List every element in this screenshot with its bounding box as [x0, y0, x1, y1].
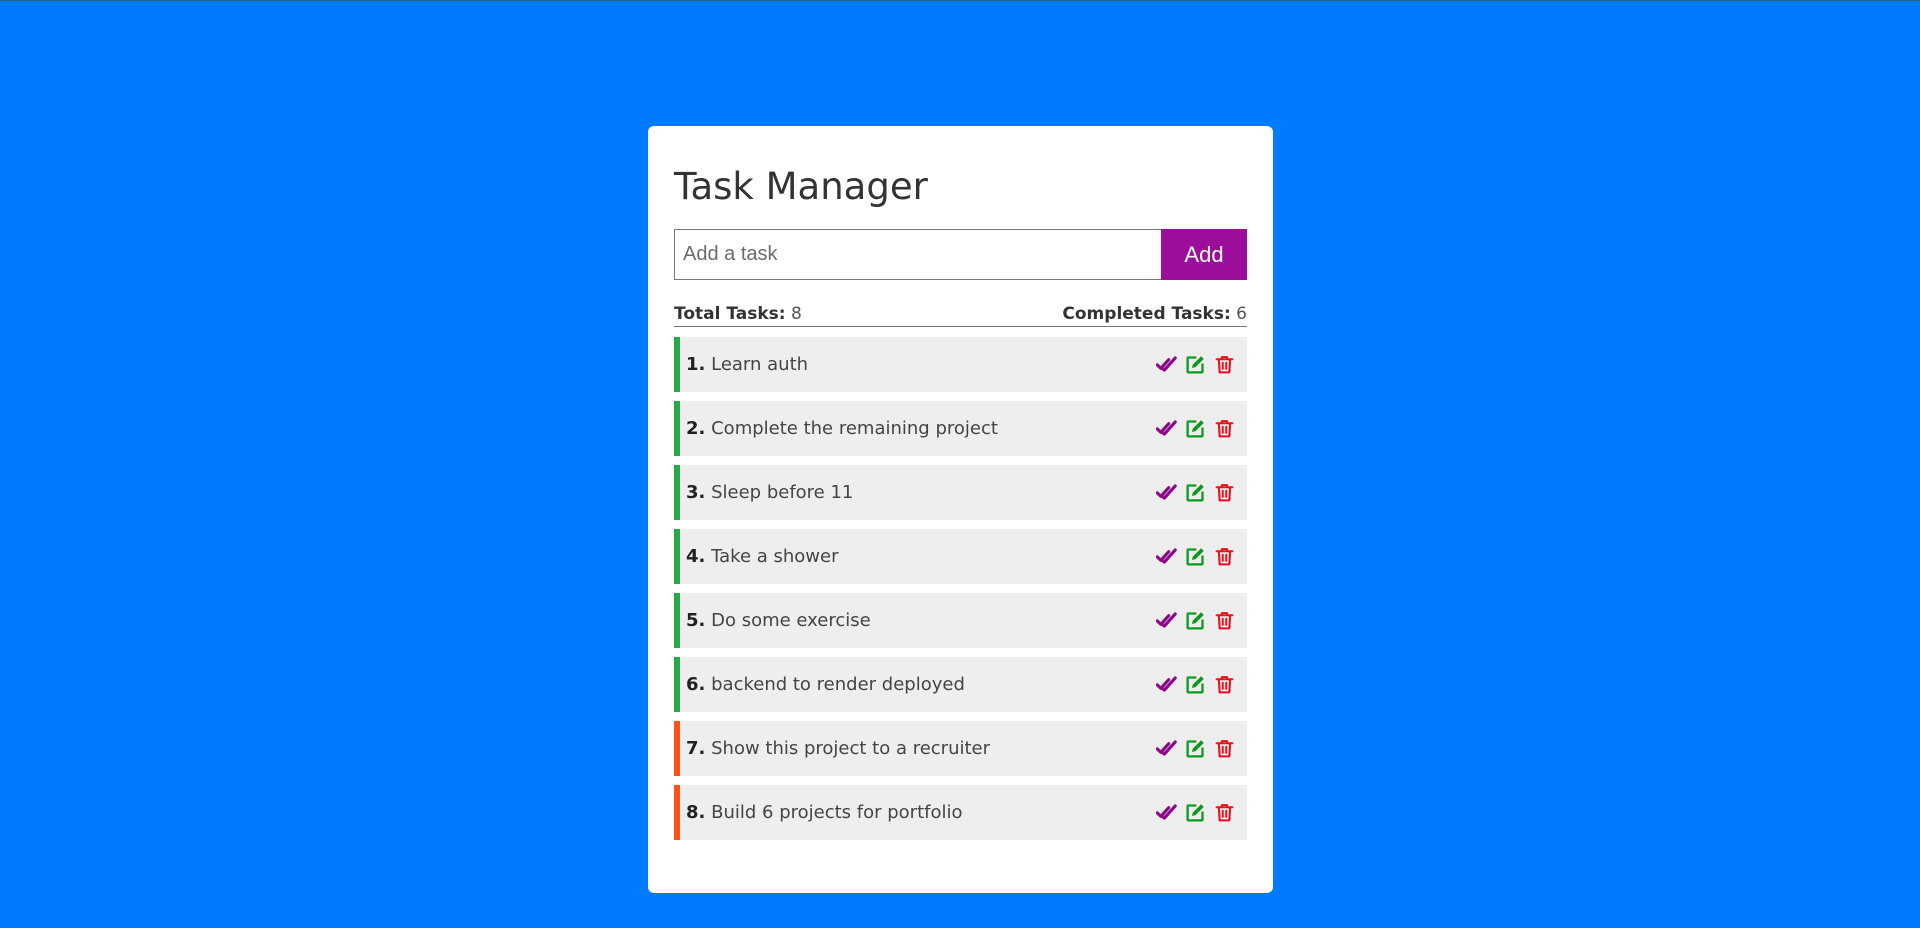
- double-check-icon[interactable]: [1156, 546, 1177, 567]
- task-actions: [1156, 354, 1235, 375]
- task-number: 3.: [686, 482, 706, 503]
- completed-tasks-label: Completed Tasks:: [1062, 304, 1231, 324]
- task-text: 5. Do some exercise: [686, 610, 871, 631]
- double-check-icon[interactable]: [1156, 674, 1177, 695]
- task-actions: [1156, 738, 1235, 759]
- task-label: Show this project to a recruiter: [711, 738, 991, 759]
- task-label: backend to render deployed: [711, 674, 965, 695]
- task-text: 7. Show this project to a recruiter: [686, 738, 990, 759]
- edit-icon[interactable]: [1185, 674, 1206, 695]
- task-label: Sleep before 11: [711, 482, 854, 503]
- edit-icon[interactable]: [1185, 482, 1206, 503]
- trash-icon[interactable]: [1214, 674, 1235, 695]
- edit-icon[interactable]: [1185, 354, 1206, 375]
- trash-icon[interactable]: [1214, 418, 1235, 439]
- add-button[interactable]: Add: [1161, 229, 1247, 280]
- double-check-icon[interactable]: [1156, 418, 1177, 439]
- task-number: 5.: [686, 610, 706, 631]
- total-tasks: Total Tasks: 8: [674, 304, 802, 324]
- double-check-icon[interactable]: [1156, 802, 1177, 823]
- task-item: 6. backend to render deployed: [674, 657, 1247, 712]
- add-task-form: Add: [674, 229, 1247, 280]
- task-item: 1. Learn auth: [674, 337, 1247, 392]
- trash-icon[interactable]: [1214, 546, 1235, 567]
- trash-icon[interactable]: [1214, 354, 1235, 375]
- trash-icon[interactable]: [1214, 610, 1235, 631]
- task-item: 8. Build 6 projects for portfolio: [674, 785, 1247, 840]
- task-actions: [1156, 482, 1235, 503]
- page-title: Task Manager: [674, 165, 928, 208]
- task-actions: [1156, 610, 1235, 631]
- task-item: 4. Take a shower: [674, 529, 1247, 584]
- task-number: 2.: [686, 418, 706, 439]
- task-number: 8.: [686, 802, 706, 823]
- edit-icon[interactable]: [1185, 802, 1206, 823]
- task-list: 1. Learn auth 2. Complete the remaining …: [674, 337, 1247, 840]
- task-text: 1. Learn auth: [686, 354, 808, 375]
- completed-tasks: Completed Tasks: 6: [1062, 304, 1247, 324]
- task-stats: Total Tasks: 8 Completed Tasks: 6: [674, 304, 1247, 327]
- task-number: 1.: [686, 354, 706, 375]
- task-item: 7. Show this project to a recruiter: [674, 721, 1247, 776]
- task-item: 2. Complete the remaining project: [674, 401, 1247, 456]
- trash-icon[interactable]: [1214, 738, 1235, 759]
- task-text: 6. backend to render deployed: [686, 674, 965, 695]
- total-tasks-label: Total Tasks:: [674, 304, 786, 324]
- trash-icon[interactable]: [1214, 802, 1235, 823]
- task-text: 4. Take a shower: [686, 546, 838, 567]
- edit-icon[interactable]: [1185, 418, 1206, 439]
- task-number: 7.: [686, 738, 706, 759]
- task-number: 6.: [686, 674, 706, 695]
- task-item: 3. Sleep before 11: [674, 465, 1247, 520]
- trash-icon[interactable]: [1214, 482, 1235, 503]
- task-manager-card: Task Manager Add Total Tasks: 8 Complete…: [648, 126, 1273, 893]
- task-input[interactable]: [674, 229, 1161, 280]
- task-label: Complete the remaining project: [711, 418, 998, 439]
- task-label: Take a shower: [711, 546, 839, 567]
- task-item: 5. Do some exercise: [674, 593, 1247, 648]
- completed-tasks-value: 6: [1236, 304, 1247, 324]
- task-number: 4.: [686, 546, 706, 567]
- double-check-icon[interactable]: [1156, 610, 1177, 631]
- edit-icon[interactable]: [1185, 610, 1206, 631]
- double-check-icon[interactable]: [1156, 354, 1177, 375]
- task-label: Learn auth: [711, 354, 809, 375]
- total-tasks-value: 8: [791, 304, 802, 324]
- task-text: 8. Build 6 projects for portfolio: [686, 802, 963, 823]
- task-actions: [1156, 802, 1235, 823]
- edit-icon[interactable]: [1185, 738, 1206, 759]
- task-text: 2. Complete the remaining project: [686, 418, 998, 439]
- task-actions: [1156, 674, 1235, 695]
- edit-icon[interactable]: [1185, 546, 1206, 567]
- double-check-icon[interactable]: [1156, 738, 1177, 759]
- task-label: Build 6 projects for portfolio: [711, 802, 963, 823]
- task-text: 3. Sleep before 11: [686, 482, 853, 503]
- double-check-icon[interactable]: [1156, 482, 1177, 503]
- task-actions: [1156, 418, 1235, 439]
- task-actions: [1156, 546, 1235, 567]
- top-border: [0, 0, 1920, 1]
- task-label: Do some exercise: [711, 610, 871, 631]
